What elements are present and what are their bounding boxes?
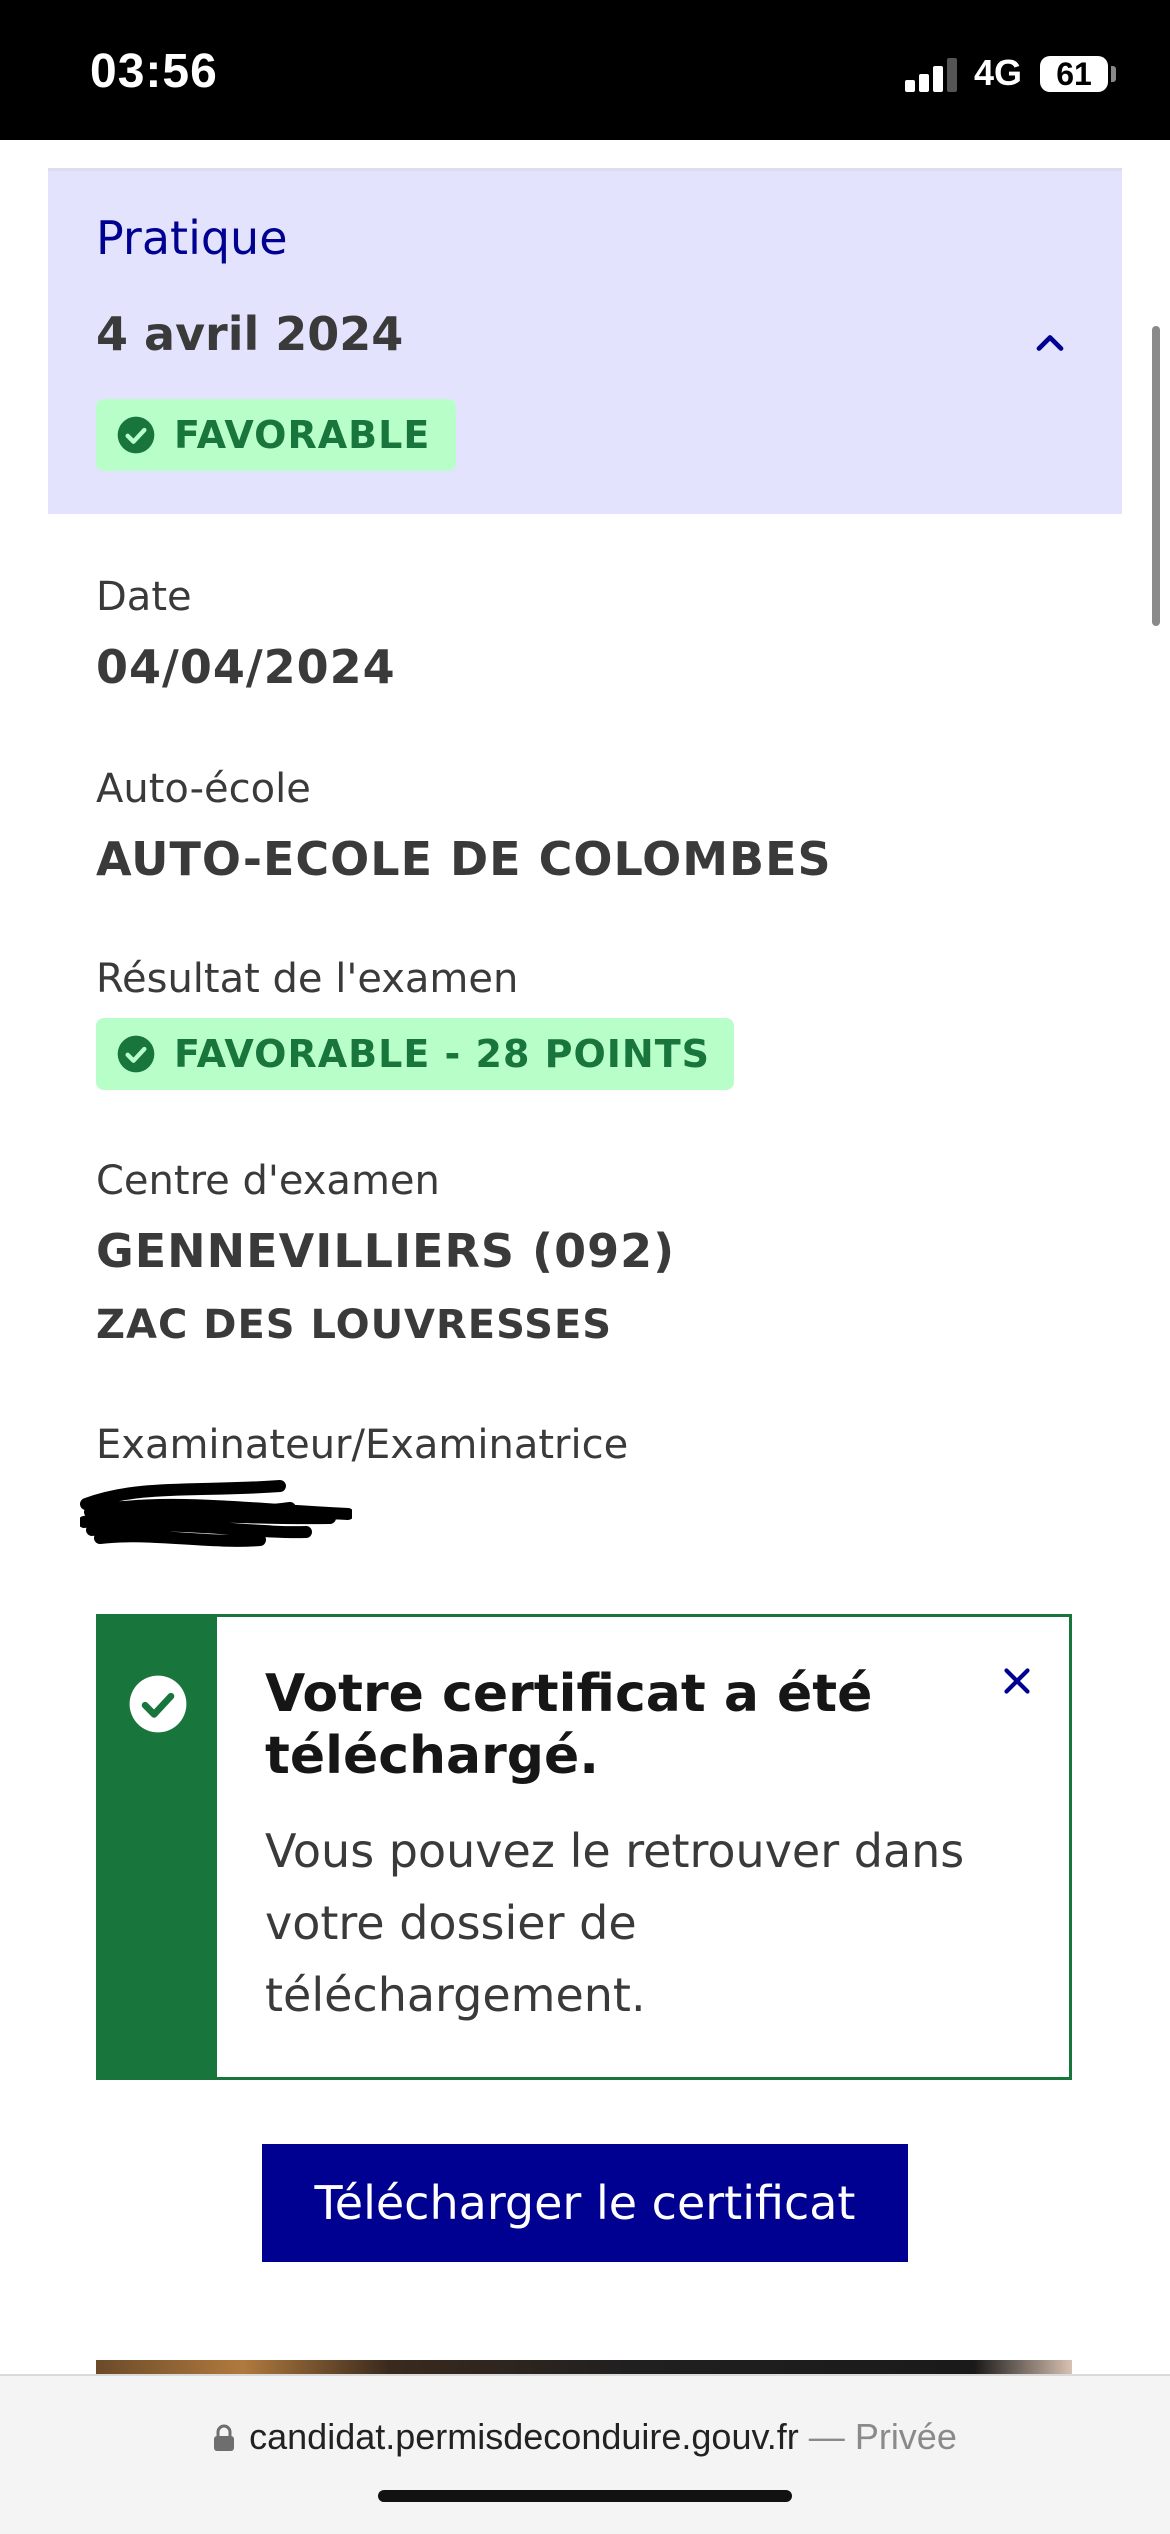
battery-icon: 61 <box>1040 56 1108 92</box>
alert-text: Vous pouvez le retrouver dans votre doss… <box>265 1824 965 2022</box>
date-value: 04/04/2024 <box>96 640 396 694</box>
driving-school-value: AUTO-ECOLE DE COLOMBES <box>96 832 832 886</box>
status-bar: 03:56 4G 61 <box>0 0 1170 140</box>
driving-school-label: Auto-école <box>96 766 311 812</box>
exam-center-label: Centre d'examen <box>96 1158 440 1204</box>
exam-result-label: Résultat de l'examen <box>96 956 519 1002</box>
lock-icon <box>214 2424 235 2451</box>
url-separator: — <box>798 2416 855 2457</box>
exam-result-badge: FAVORABLE - 28 POINTS <box>96 1018 735 1090</box>
chevron-up-icon[interactable] <box>1028 321 1072 365</box>
download-certificate-button[interactable]: Télécharger le certificat <box>262 2144 908 2262</box>
network-type: 4G <box>974 52 1023 93</box>
alert-accent-bar <box>99 1617 217 2077</box>
success-alert: Votre certificat a été téléchargé. Vous … <box>96 1614 1072 2080</box>
check-circle-icon <box>117 1035 155 1073</box>
redaction-scribble <box>80 1480 352 1547</box>
signal-icon <box>905 56 965 92</box>
scrollbar[interactable] <box>1152 326 1160 626</box>
browser-url-bar[interactable]: candidat.permisdeconduire.gouv.fr — Priv… <box>0 2374 1170 2534</box>
accordion-header[interactable]: Pratique 4 avril 2024 FAVORABLE <box>48 171 1122 514</box>
status-badge: FAVORABLE <box>96 399 457 471</box>
status-time: 03:56 <box>90 45 218 98</box>
date-label: Date <box>96 574 192 620</box>
check-circle-icon <box>129 1675 187 1733</box>
examiner-label: Examinateur/Examinatrice <box>96 1422 629 1468</box>
home-indicator[interactable] <box>378 2490 792 2502</box>
exam-result-value: FAVORABLE - 28 POINTS <box>174 1032 711 1076</box>
url-text: candidat.permisdeconduire.gouv.fr <box>249 2416 799 2457</box>
accordion-date: 4 avril 2024 <box>96 307 404 361</box>
exam-center-address: ZAC DES LOUVRESSES <box>96 1302 613 1348</box>
url-display[interactable]: candidat.permisdeconduire.gouv.fr — Priv… <box>0 2416 1170 2458</box>
exam-center-value: GENNEVILLIERS (092) <box>96 1224 676 1278</box>
private-mode-label: Privée <box>854 2416 957 2457</box>
accordion-section-title: Pratique <box>96 211 288 265</box>
battery-level: 61 <box>1056 56 1092 92</box>
status-badge-label: FAVORABLE <box>174 413 431 457</box>
battery-cap <box>1111 66 1116 82</box>
check-circle-icon <box>117 416 155 454</box>
alert-title: Votre certificat a été téléchargé. <box>265 1664 873 1787</box>
close-icon[interactable] <box>999 1663 1035 1699</box>
